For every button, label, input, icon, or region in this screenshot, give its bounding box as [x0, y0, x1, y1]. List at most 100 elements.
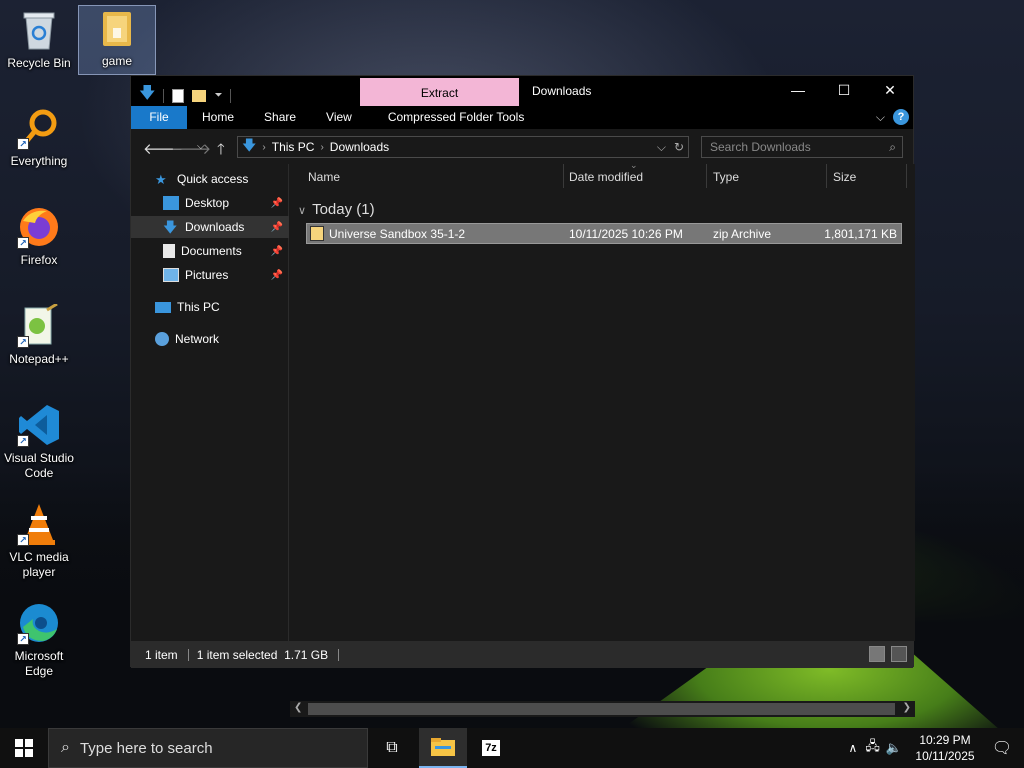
search-input[interactable]: Search Downloads ⌕: [701, 136, 903, 158]
desktop-icon-vlc[interactable]: ↗ VLC media player: [1, 502, 77, 580]
downloads-arrow-icon[interactable]: 🡇: [139, 82, 155, 109]
7zip-icon: 7z: [482, 740, 500, 756]
downloads-location-icon: 🡇: [242, 137, 257, 153]
help-icon[interactable]: ?: [893, 109, 909, 125]
start-button[interactable]: [0, 728, 48, 768]
new-folder-icon[interactable]: [192, 89, 207, 102]
shortcut-arrow-icon: ↗: [17, 237, 29, 249]
chevron-down-icon: ∨: [298, 205, 307, 217]
task-view-button[interactable]: ⧉: [368, 728, 416, 768]
large-icons-view-icon[interactable]: [891, 646, 907, 662]
tab-share[interactable]: Share: [249, 106, 311, 129]
network-tray-icon[interactable]: 🖧: [865, 737, 880, 759]
desktop-icon-label: Firefox: [20, 253, 58, 267]
nav-item-pictures[interactable]: Pictures 📌: [131, 264, 289, 286]
sort-indicator-icon: ⌄: [630, 160, 638, 170]
desktop-icon-everything[interactable]: ↗ Everything: [1, 106, 77, 169]
properties-icon[interactable]: [172, 88, 185, 103]
nav-item-label: Network: [175, 332, 220, 346]
scrollbar-thumb[interactable]: [308, 703, 895, 715]
file-explorer-window: 🡇 ⏷ Extract Downloads — ☐ ✕ File Home Sh…: [130, 75, 915, 717]
desktop-icon-vscode[interactable]: ↗ Visual Studio Code: [1, 403, 77, 481]
desktop-icon-recycle-bin[interactable]: Recycle Bin: [1, 8, 77, 71]
zip-file-icon: [310, 226, 324, 241]
pin-icon: 📌: [270, 245, 283, 257]
window-controls: — ☐ ✕: [775, 76, 913, 106]
nav-item-label: Pictures: [185, 268, 229, 282]
file-explorer-icon: [431, 738, 455, 756]
column-header-name[interactable]: Name: [308, 170, 340, 184]
tab-view[interactable]: View: [311, 106, 367, 129]
taskbar-file-explorer[interactable]: [419, 728, 467, 768]
customize-qat-icon[interactable]: ⏷: [214, 90, 222, 101]
quick-access-toolbar: 🡇 ⏷: [139, 82, 232, 109]
desktop-icon-notepadpp[interactable]: ↗ Notepad++: [1, 304, 77, 367]
taskbar-7zip[interactable]: 7z: [467, 728, 515, 768]
windows-logo-icon: [15, 739, 33, 757]
nav-item-label: This PC: [177, 300, 220, 314]
network-icon: [155, 332, 169, 346]
clock[interactable]: 10:29 PM 10/11/2025: [910, 732, 980, 764]
volume-muted-icon[interactable]: 🔈: [886, 740, 902, 756]
nav-item-label: Documents: [181, 244, 242, 258]
shortcut-arrow-icon: ↗: [17, 633, 29, 645]
address-field[interactable]: 🡇 › This PC › Downloads ⌵ ↻: [237, 136, 689, 158]
search-placeholder: Search Downloads: [710, 140, 811, 154]
nav-item-downloads[interactable]: 🡇 Downloads 📌: [131, 216, 289, 238]
search-icon: ⌕: [889, 140, 896, 154]
recycle-bin-icon: [17, 8, 61, 52]
window-title: Downloads: [532, 84, 592, 98]
action-center-icon[interactable]: 🗨: [980, 738, 1024, 758]
address-dropdown-icon[interactable]: ⌵: [657, 140, 666, 155]
shortcut-arrow-icon: ↗: [17, 534, 29, 546]
forward-arrow-icon[interactable]: 🡒: [171, 139, 211, 158]
group-header-today[interactable]: ∨ Today (1): [298, 201, 375, 218]
tab-extract[interactable]: Extract: [360, 78, 519, 106]
expand-ribbon-icon[interactable]: ⌵: [876, 110, 885, 125]
scroll-right-icon[interactable]: ❯: [903, 702, 911, 713]
column-header-size[interactable]: Size: [833, 170, 856, 184]
taskbar-search-box[interactable]: ⌕ Type here to search: [48, 728, 368, 768]
scroll-left-icon[interactable]: ❮: [294, 702, 302, 713]
nav-item-documents[interactable]: Documents 📌: [131, 240, 289, 262]
tab-home[interactable]: Home: [187, 106, 249, 129]
title-bar: 🡇 ⏷ Extract Downloads — ☐ ✕: [131, 76, 913, 106]
file-name: Universe Sandbox 35-1-2: [329, 227, 466, 241]
refresh-icon[interactable]: ↻: [674, 140, 684, 155]
minimize-button[interactable]: —: [775, 76, 821, 106]
table-row[interactable]: Universe Sandbox 35-1-2 10/11/2025 10:26…: [306, 223, 902, 244]
recent-locations-icon[interactable]: ⌵: [197, 141, 205, 152]
up-arrow-icon[interactable]: 🡑: [217, 139, 225, 164]
close-button[interactable]: ✕: [867, 76, 913, 106]
desktop-icon-firefox[interactable]: ↗ Firefox: [1, 205, 77, 268]
tab-file[interactable]: File: [131, 106, 187, 129]
tab-compressed-folder-tools[interactable]: Compressed Folder Tools: [373, 106, 540, 129]
desktop-icon-game[interactable]: game: [78, 5, 156, 75]
maximize-button[interactable]: ☐: [821, 76, 867, 106]
clock-date: 10/11/2025: [915, 749, 975, 763]
horizontal-scrollbar[interactable]: ❮ ❯: [290, 701, 915, 717]
edge-icon: ↗: [17, 601, 61, 645]
show-hidden-icons-icon[interactable]: ∧: [849, 741, 858, 755]
shortcut-arrow-icon: ↗: [17, 435, 29, 447]
column-header-date-modified[interactable]: Date modified: [569, 170, 643, 184]
nav-item-quick-access[interactable]: ★ Quick access: [131, 168, 289, 190]
breadcrumb-downloads[interactable]: Downloads: [330, 140, 389, 154]
nav-item-network[interactable]: Network: [131, 328, 289, 350]
desktop-icon-label: Notepad++: [9, 352, 69, 366]
breadcrumb-this-pc[interactable]: This PC: [272, 140, 315, 154]
details-view-icon[interactable]: [869, 646, 885, 662]
vscode-icon: ↗: [17, 403, 61, 447]
navigation-pane: ★ Quick access Desktop 📌 🡇 Downloads 📌 D…: [131, 164, 289, 641]
system-tray: ∧ 🖧 🔈 10:29 PM 10/11/2025 🗨: [849, 728, 1024, 768]
nav-item-desktop[interactable]: Desktop 📌: [131, 192, 289, 214]
ribbon-tabs: File Home Share View Compressed Folder T…: [131, 106, 913, 129]
file-size: 1,801,171 KB: [824, 227, 897, 241]
column-header-type[interactable]: Type: [713, 170, 739, 184]
address-bar-row: 🡐 🡒 ⌵ 🡑 🡇 › This PC › Downloads ⌵ ↻ Sear…: [131, 129, 913, 164]
nav-item-this-pc[interactable]: This PC: [131, 296, 289, 318]
desktop-icon-edge[interactable]: ↗ Microsoft Edge: [1, 601, 77, 679]
notepadpp-icon: ↗: [17, 304, 61, 348]
column-headers: Name Date modified ⌄ Type Size: [290, 160, 915, 188]
chevron-right-icon: ›: [262, 141, 266, 153]
